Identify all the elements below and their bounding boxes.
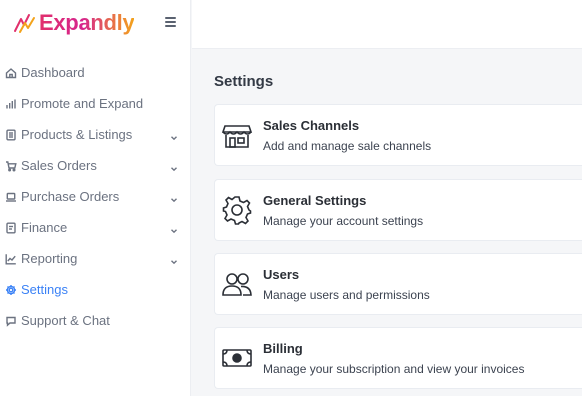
brand-logo[interactable]: Expandly (12, 10, 135, 36)
sidebar-item-label: Products & Listings (21, 127, 133, 142)
menu-toggle-icon[interactable] (165, 17, 176, 27)
card-description: Manage users and permissions (263, 288, 430, 302)
card-title: General Settings (263, 193, 367, 208)
logo-icon (14, 14, 35, 33)
card-sales-channels[interactable]: Sales Channels Add and manage sale chann… (214, 104, 582, 166)
sidebar-item-sales-orders[interactable]: Sales Orders (0, 150, 191, 181)
line-chart-icon (4, 252, 17, 265)
sidebar-item-label: Purchase Orders (21, 189, 120, 204)
ledger-icon (4, 221, 17, 234)
brand-name: Expandly (39, 10, 135, 35)
sidebar-item-label: Dashboard (21, 65, 85, 80)
home-icon (4, 66, 17, 79)
sidebar-item-purchase-orders[interactable]: Purchase Orders (0, 181, 191, 212)
bar-chart-icon (4, 97, 17, 110)
card-description: Add and manage sale channels (263, 139, 432, 153)
gear-icon (221, 194, 253, 226)
chevron-down-icon[interactable] (170, 130, 178, 141)
card-general-settings[interactable]: General Settings Manage your account set… (214, 179, 582, 241)
sidebar-item-support-chat[interactable]: Support & Chat (0, 305, 191, 336)
sidebar-item-label: Promote and Expand (21, 96, 144, 111)
sidebar-item-label: Finance (21, 220, 68, 235)
page-title: Settings (214, 73, 274, 90)
chevron-down-icon[interactable] (170, 223, 178, 234)
sidebar-item-products-listings[interactable]: Products & Listings (0, 119, 191, 150)
sidebar-item-label: Settings (21, 282, 68, 297)
laptop-icon (4, 190, 17, 203)
chevron-down-icon[interactable] (170, 254, 178, 265)
banknote-icon (221, 342, 253, 374)
sidebar-item-reporting[interactable]: Reporting (0, 243, 191, 274)
card-title: Billing (263, 341, 303, 356)
users-icon (221, 268, 253, 300)
sidebar-item-label: Reporting (21, 251, 78, 266)
cart-icon (4, 159, 17, 172)
chat-icon (4, 314, 17, 327)
sidebar-item-label: Sales Orders (21, 158, 97, 173)
sidebar: Expandly Dashboard Promote and Expand Pr… (0, 0, 191, 396)
chevron-down-icon[interactable] (170, 192, 178, 203)
chevron-down-icon[interactable] (170, 161, 178, 172)
sidebar-item-promote-and-expand[interactable]: Promote and Expand (0, 88, 191, 119)
card-description: Manage your subscription and view your i… (263, 362, 525, 376)
card-billing[interactable]: Billing Manage your subscription and vie… (214, 327, 582, 389)
sidebar-item-dashboard[interactable]: Dashboard (0, 57, 191, 88)
card-description: Manage your account settings (263, 214, 424, 228)
gear-icon (4, 283, 17, 296)
document-icon (4, 128, 17, 141)
top-bar (192, 0, 582, 49)
card-title: Users (263, 267, 300, 282)
card-title: Sales Channels (263, 118, 360, 133)
sidebar-item-settings[interactable]: Settings (0, 274, 191, 305)
storefront-icon (221, 119, 253, 151)
sidebar-item-label: Support & Chat (21, 313, 110, 328)
card-users[interactable]: Users Manage users and permissions (214, 253, 582, 315)
sidebar-item-finance[interactable]: Finance (0, 212, 191, 243)
sidebar-nav: Dashboard Promote and Expand Products & … (0, 57, 191, 336)
